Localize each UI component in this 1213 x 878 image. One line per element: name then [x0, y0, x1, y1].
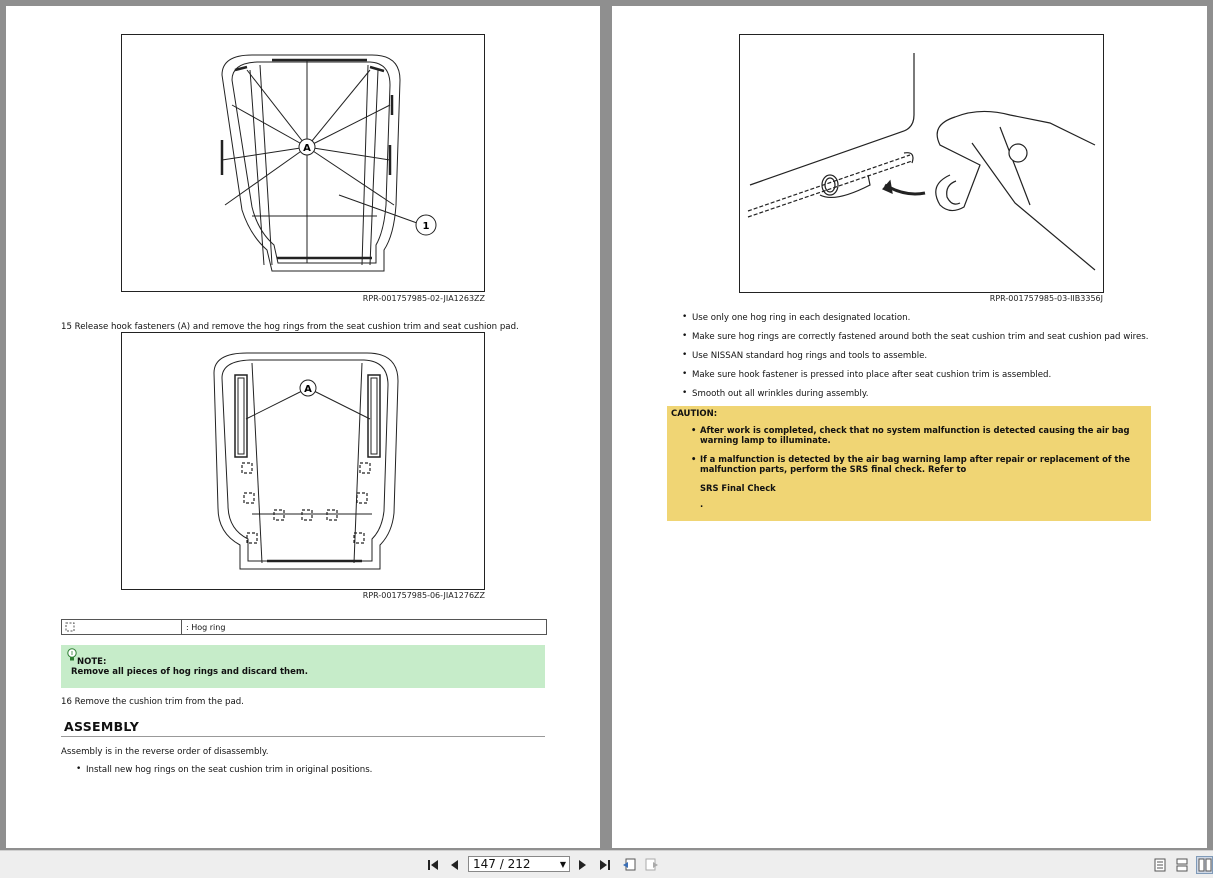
heading-divider — [61, 736, 545, 737]
figure2-label-a: A — [304, 384, 312, 395]
caution-list: After work is completed, check that no s… — [691, 425, 1146, 484]
viewer-toolbar: 147 / 212 ▼ — [0, 850, 1213, 878]
list-item: Smooth out all wrinkles during assembly. — [682, 388, 1148, 399]
document-page-left: A 1 RPR-001757985-02-JIA1263ZZ 15 Releas… — [6, 6, 600, 848]
list-item: After work is completed, check that no s… — [691, 425, 1146, 445]
assembly-precautions-list: Use only one hog ring in each designated… — [682, 312, 1148, 399]
two-page-view-button[interactable] — [1196, 856, 1213, 874]
note-body: Remove all pieces of hog rings and disca… — [71, 667, 308, 677]
legend-description-cell: : Hog ring — [186, 622, 226, 632]
seat-cushion-hog-ring-figure: A — [121, 332, 485, 590]
list-item: Use NISSAN standard hog rings and tools … — [682, 350, 1148, 361]
list-item: Use only one hog ring in each designated… — [682, 312, 1148, 323]
list-item: Make sure hook fastener is pressed into … — [682, 369, 1148, 380]
go-forward-view-icon — [645, 858, 658, 871]
legend-symbol-cell — [62, 620, 182, 634]
caution-box: CAUTION: After work is completed, check … — [667, 406, 1151, 521]
go-forward-button[interactable] — [644, 857, 660, 873]
assembly-intro: Assembly is in the reverse order of disa… — [61, 747, 269, 757]
caution-trailing-period: . — [700, 499, 704, 509]
go-back-view-icon — [623, 858, 636, 871]
previous-page-icon — [451, 860, 458, 870]
figure1-label-1: 1 — [423, 221, 430, 232]
previous-page-button[interactable] — [448, 857, 460, 873]
seat-cushion-top-diagram: A 1 — [220, 54, 437, 272]
list-item: If a malfunction is detected by the air … — [691, 454, 1146, 474]
hog-ring-pliers-diagram — [747, 53, 1096, 271]
note-box: NOTE: Remove all pieces of hog rings and… — [61, 645, 545, 688]
note-title: NOTE: — [77, 657, 107, 667]
list-item: Install new hog rings on the seat cushio… — [76, 764, 372, 775]
continuous-view-button[interactable] — [1174, 857, 1190, 873]
first-page-icon — [428, 860, 438, 870]
assembly-bullet-list: Install new hog rings on the seat cushio… — [76, 764, 372, 775]
next-page-icon — [579, 860, 586, 870]
next-page-button[interactable] — [577, 857, 589, 873]
caution-title: CAUTION: — [671, 409, 718, 419]
seat-cushion-hook-fastener-figure: A 1 — [121, 34, 485, 292]
two-page-icon — [1198, 858, 1211, 872]
assembly-heading: ASSEMBLY — [64, 719, 140, 734]
figure1-label-a: A — [303, 143, 311, 154]
seat-cushion-bottom-diagram: A — [213, 352, 399, 570]
chevron-down-icon: ▼ — [559, 860, 566, 869]
document-page-right: RPR-001757985-03-IIB3356J Use only one h… — [612, 6, 1207, 848]
list-item: Make sure hog rings are correctly fasten… — [682, 331, 1148, 342]
step-16-text: 16 Remove the cushion trim from the pad. — [61, 697, 244, 707]
step-15-text: 15 Release hook fasteners (A) and remove… — [61, 322, 519, 332]
figure2-caption: RPR-001757985-06-JIA1276ZZ — [362, 591, 485, 600]
continuous-page-icon — [1176, 858, 1188, 872]
hog-ring-pliers-figure — [739, 34, 1104, 293]
go-back-button[interactable] — [621, 857, 637, 873]
single-page-icon — [1154, 858, 1166, 872]
single-page-view-button[interactable] — [1152, 857, 1168, 873]
last-page-icon — [600, 860, 610, 870]
page-indicator: 147 / 212 — [473, 857, 531, 871]
last-page-button[interactable] — [598, 857, 612, 873]
page-number-select[interactable]: 147 / 212 ▼ — [468, 856, 570, 872]
hog-ring-symbol-icon — [65, 622, 75, 632]
srs-final-check-link[interactable]: SRS Final Check — [700, 483, 776, 493]
first-page-button[interactable] — [426, 857, 440, 873]
figure3-caption: RPR-001757985-03-IIB3356J — [989, 294, 1103, 303]
legend-table: : Hog ring — [61, 619, 547, 635]
figure1-caption: RPR-001757985-02-JIA1263ZZ — [362, 294, 485, 303]
